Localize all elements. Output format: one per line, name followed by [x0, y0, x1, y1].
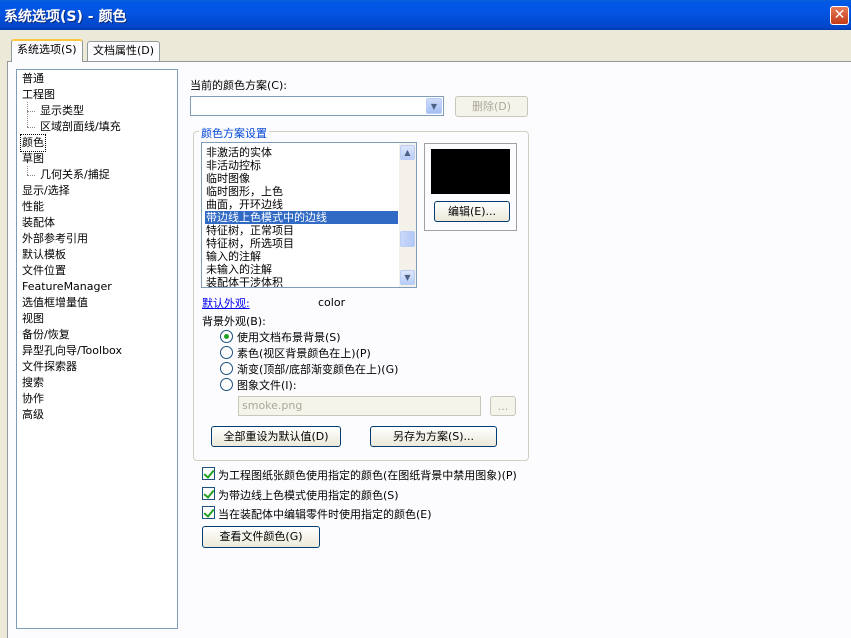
window-title: 系统选项(S) - 颜色 [4, 9, 127, 25]
default-appearance-link[interactable]: 默认外观: [202, 295, 250, 311]
scroll-down-icon[interactable]: ▼ [400, 270, 415, 285]
tree-item-advanced[interactable]: 高级 [21, 407, 45, 423]
list-item[interactable]: 非活动控标 [205, 159, 398, 172]
checkbox-label[interactable]: 当在装配体中编辑零件时使用指定的颜色(E) [218, 506, 432, 522]
browse-button[interactable]: ... [490, 396, 516, 416]
tree-item-relations-snaps[interactable]: 几何关系/捕捉 [39, 167, 111, 183]
reset-all-defaults-button[interactable]: 全部重设为默认值(D) [211, 426, 341, 447]
tree-item-display-type[interactable]: 显示类型 [39, 103, 85, 119]
color-items-listbox[interactable]: 非激活的实体 非活动控标 临时图像 临时图形，上色 曲面，开环边线 带边线上色模… [201, 142, 417, 288]
tree-item-assemblies[interactable]: 装配体 [21, 215, 56, 231]
current-scheme-label: 当前的颜色方案(C): [190, 79, 287, 92]
list-item[interactable]: 临时图像 [205, 172, 398, 185]
checkbox-editing-part-in-assembly[interactable] [202, 506, 215, 519]
checkbox-label[interactable]: 为工程图纸张颜色使用指定的颜色(在图纸背景中禁用图象)(P) [218, 467, 517, 483]
list-item[interactable]: 未输入的注解 [205, 263, 398, 276]
radio-image-file[interactable] [220, 378, 233, 391]
background-appearance-label: 背景外观(B): [202, 315, 266, 328]
delete-button[interactable]: 删除(D) [455, 96, 528, 117]
title-bar: 系统选项(S) - 颜色 ✕ [0, 0, 851, 30]
tree-item-default-templates[interactable]: 默认模板 [21, 247, 67, 263]
edit-button[interactable]: 编辑(E)... [434, 201, 510, 222]
tree-connector [27, 111, 35, 112]
close-icon[interactable]: ✕ [830, 6, 849, 25]
radio-document-scene-background[interactable] [220, 330, 233, 343]
view-document-colors-button[interactable]: 查看文件颜色(G) [202, 526, 320, 548]
scroll-thumb[interactable] [400, 231, 415, 247]
tree-item-file-locations[interactable]: 文件位置 [21, 263, 67, 279]
tree-connector [27, 102, 28, 127]
radio-label[interactable]: 使用文档布景背景(S) [237, 329, 341, 345]
checkbox-drawing-paper-color[interactable] [202, 467, 215, 480]
radio-label[interactable]: 图象文件(I): [237, 377, 297, 393]
list-item[interactable]: 临时图形，上色 [205, 185, 398, 198]
checkbox-shaded-with-edges[interactable] [202, 487, 215, 500]
tree-item-general[interactable]: 普通 [21, 71, 45, 87]
list-item-selected[interactable]: 带边线上色模式中的边线 [205, 211, 398, 224]
radio-gradient[interactable] [220, 362, 233, 375]
options-tree[interactable]: 普通 工程图 显示类型 区域剖面线/填充 颜色 草图 几何关系/捕捉 显示/选择… [16, 69, 178, 629]
list-item[interactable]: 非激活的实体 [205, 146, 398, 159]
list-item[interactable]: 装配体干涉体积 [205, 276, 398, 287]
tree-item-performance[interactable]: 性能 [21, 199, 45, 215]
tree-item-display-selection[interactable]: 显示/选择 [21, 183, 71, 199]
listbox-scrollbar[interactable]: ▲ ▼ [399, 143, 416, 287]
radio-label[interactable]: 素色(视区背景颜色在上)(P) [237, 345, 371, 361]
list-item[interactable]: 特征树，正常项目 [205, 224, 398, 237]
list-item[interactable]: 输入的注解 [205, 250, 398, 263]
tree-connector [27, 127, 35, 128]
tree-item-area-hatch[interactable]: 区域剖面线/填充 [39, 119, 122, 135]
radio-label[interactable]: 渐变(顶部/底部渐变颜色在上)(G) [237, 361, 398, 377]
chevron-down-icon[interactable]: ▼ [426, 98, 442, 114]
tree-item-drawings[interactable]: 工程图 [21, 87, 56, 103]
tree-connector [27, 166, 28, 175]
tree-item-hole-wizard-toolbox[interactable]: 异型孔向导/Toolbox [21, 343, 123, 359]
color-scheme-dropdown[interactable]: ▼ [190, 96, 444, 116]
group-title: 颜色方案设置 [199, 125, 269, 141]
tree-item-sketch[interactable]: 草图 [21, 151, 45, 167]
tree-item-backup-recover[interactable]: 备份/恢复 [21, 327, 71, 343]
tree-item-view[interactable]: 视图 [21, 311, 45, 327]
radio-plain-color[interactable] [220, 346, 233, 359]
tree-item-spin-box-increments[interactable]: 选值框增量值 [21, 295, 89, 311]
checkbox-label[interactable]: 为带边线上色模式使用指定的颜色(S) [218, 487, 399, 503]
tab-document-properties[interactable]: 文档属性(D) [87, 41, 161, 61]
save-as-scheme-button[interactable]: 另存为方案(S)... [370, 426, 497, 447]
list-item[interactable]: 曲面，开环边线 [205, 198, 398, 211]
tree-item-collaboration[interactable]: 协作 [21, 391, 45, 407]
image-file-field[interactable]: smoke.png [238, 396, 481, 416]
tree-item-file-explorer[interactable]: 文件探索器 [21, 359, 78, 375]
tree-item-colors[interactable]: 颜色 [20, 134, 46, 152]
scroll-up-icon[interactable]: ▲ [400, 145, 415, 160]
tree-item-external-references[interactable]: 外部参考引用 [21, 231, 89, 247]
tree-connector [27, 175, 35, 176]
tab-system-options[interactable]: 系统选项(S) [11, 39, 83, 62]
color-swatch [431, 149, 510, 194]
default-appearance-value: color [318, 296, 346, 309]
list-item[interactable]: 特征树，所选项目 [205, 237, 398, 250]
tree-item-featuremanager[interactable]: FeatureManager [21, 279, 113, 295]
tree-item-search[interactable]: 搜索 [21, 375, 45, 391]
